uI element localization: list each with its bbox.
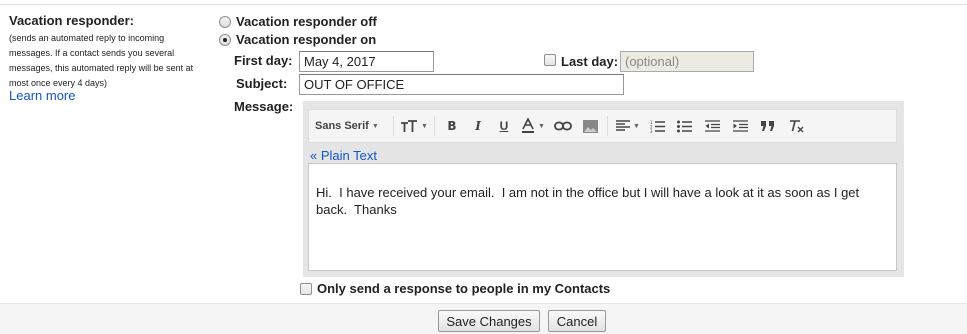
quote-icon: [761, 121, 774, 131]
message-body-editor[interactable]: Hi. I have received your email. I am not…: [308, 163, 897, 271]
formatting-toolbar: Sans Serif ▼ ▼ B I U ▼ ▼ 123: [308, 109, 897, 143]
top-divider: [0, 4, 967, 5]
italic-button[interactable]: I: [465, 114, 491, 138]
bold-button[interactable]: B: [439, 114, 465, 138]
vacation-on-radio[interactable]: [219, 33, 231, 46]
chevron-down-icon: ▼: [371, 122, 379, 130]
bold-icon: B: [447, 119, 457, 133]
numbered-list-icon: 123: [650, 120, 665, 133]
remove-formatting-icon: [789, 119, 803, 132]
numbered-list-button[interactable]: 123: [644, 114, 670, 138]
vacation-off-radio[interactable]: [219, 15, 231, 28]
first-day-label: First day:: [234, 53, 293, 68]
cancel-button[interactable]: Cancel: [548, 310, 606, 332]
subject-input[interactable]: [299, 74, 624, 95]
text-color-button[interactable]: ▼: [517, 114, 549, 138]
contacts-only-checkbox[interactable]: [300, 282, 312, 295]
align-icon: [616, 120, 631, 131]
toolbar-divider: [607, 116, 608, 136]
indent-more-button[interactable]: [726, 114, 754, 138]
section-description: (sends an automated reply to incoming me…: [9, 33, 194, 88]
indent-more-icon: [732, 120, 748, 132]
font-family-select[interactable]: Sans Serif ▼: [309, 114, 389, 138]
underline-icon: U: [499, 119, 509, 133]
chevron-down-icon: ▼: [633, 122, 640, 130]
link-icon: [554, 121, 572, 131]
remove-formatting-button[interactable]: [782, 114, 810, 138]
underline-button[interactable]: U: [491, 114, 517, 138]
quote-button[interactable]: [754, 114, 782, 138]
plain-text-link[interactable]: « Plain Text: [310, 148, 377, 163]
image-icon: [582, 119, 598, 133]
subject-label: Subject:: [236, 76, 288, 91]
last-day-label: Last day:: [561, 54, 619, 69]
vacation-off-option[interactable]: Vacation responder off: [219, 14, 377, 29]
save-changes-button[interactable]: Save Changes: [438, 310, 540, 332]
first-day-input[interactable]: [299, 51, 434, 72]
section-title: Vacation responder:: [9, 13, 134, 28]
learn-more-link[interactable]: Learn more: [9, 88, 75, 103]
link-button[interactable]: [549, 114, 577, 138]
indent-less-icon: [704, 120, 720, 132]
contacts-only-option[interactable]: Only send a response to people in my Con…: [300, 281, 610, 296]
text-size-icon: [401, 120, 418, 132]
chevron-down-icon: ▼: [421, 122, 428, 130]
indent-less-button[interactable]: [698, 114, 726, 138]
vacation-off-label: Vacation responder off: [236, 14, 377, 29]
vacation-on-label: Vacation responder on: [236, 32, 377, 47]
toolbar-divider: [393, 116, 394, 136]
message-label: Message:: [234, 99, 294, 114]
image-button[interactable]: [577, 114, 603, 138]
toolbar-divider: [434, 116, 435, 136]
chevron-down-icon: ▼: [538, 122, 545, 130]
text-size-button[interactable]: ▼: [398, 114, 430, 138]
align-button[interactable]: ▼: [612, 114, 644, 138]
text-color-icon: [522, 118, 535, 133]
contacts-only-label: Only send a response to people in my Con…: [317, 281, 611, 296]
bulleted-list-icon: [676, 120, 692, 132]
italic-icon: I: [475, 119, 481, 133]
last-day-input[interactable]: [620, 51, 754, 72]
font-family-label: Sans Serif: [315, 120, 369, 132]
last-day-checkbox[interactable]: [544, 54, 556, 66]
vacation-on-option[interactable]: Vacation responder on: [219, 32, 376, 47]
bulleted-list-button[interactable]: [670, 114, 698, 138]
svg-text:3: 3: [650, 129, 653, 133]
